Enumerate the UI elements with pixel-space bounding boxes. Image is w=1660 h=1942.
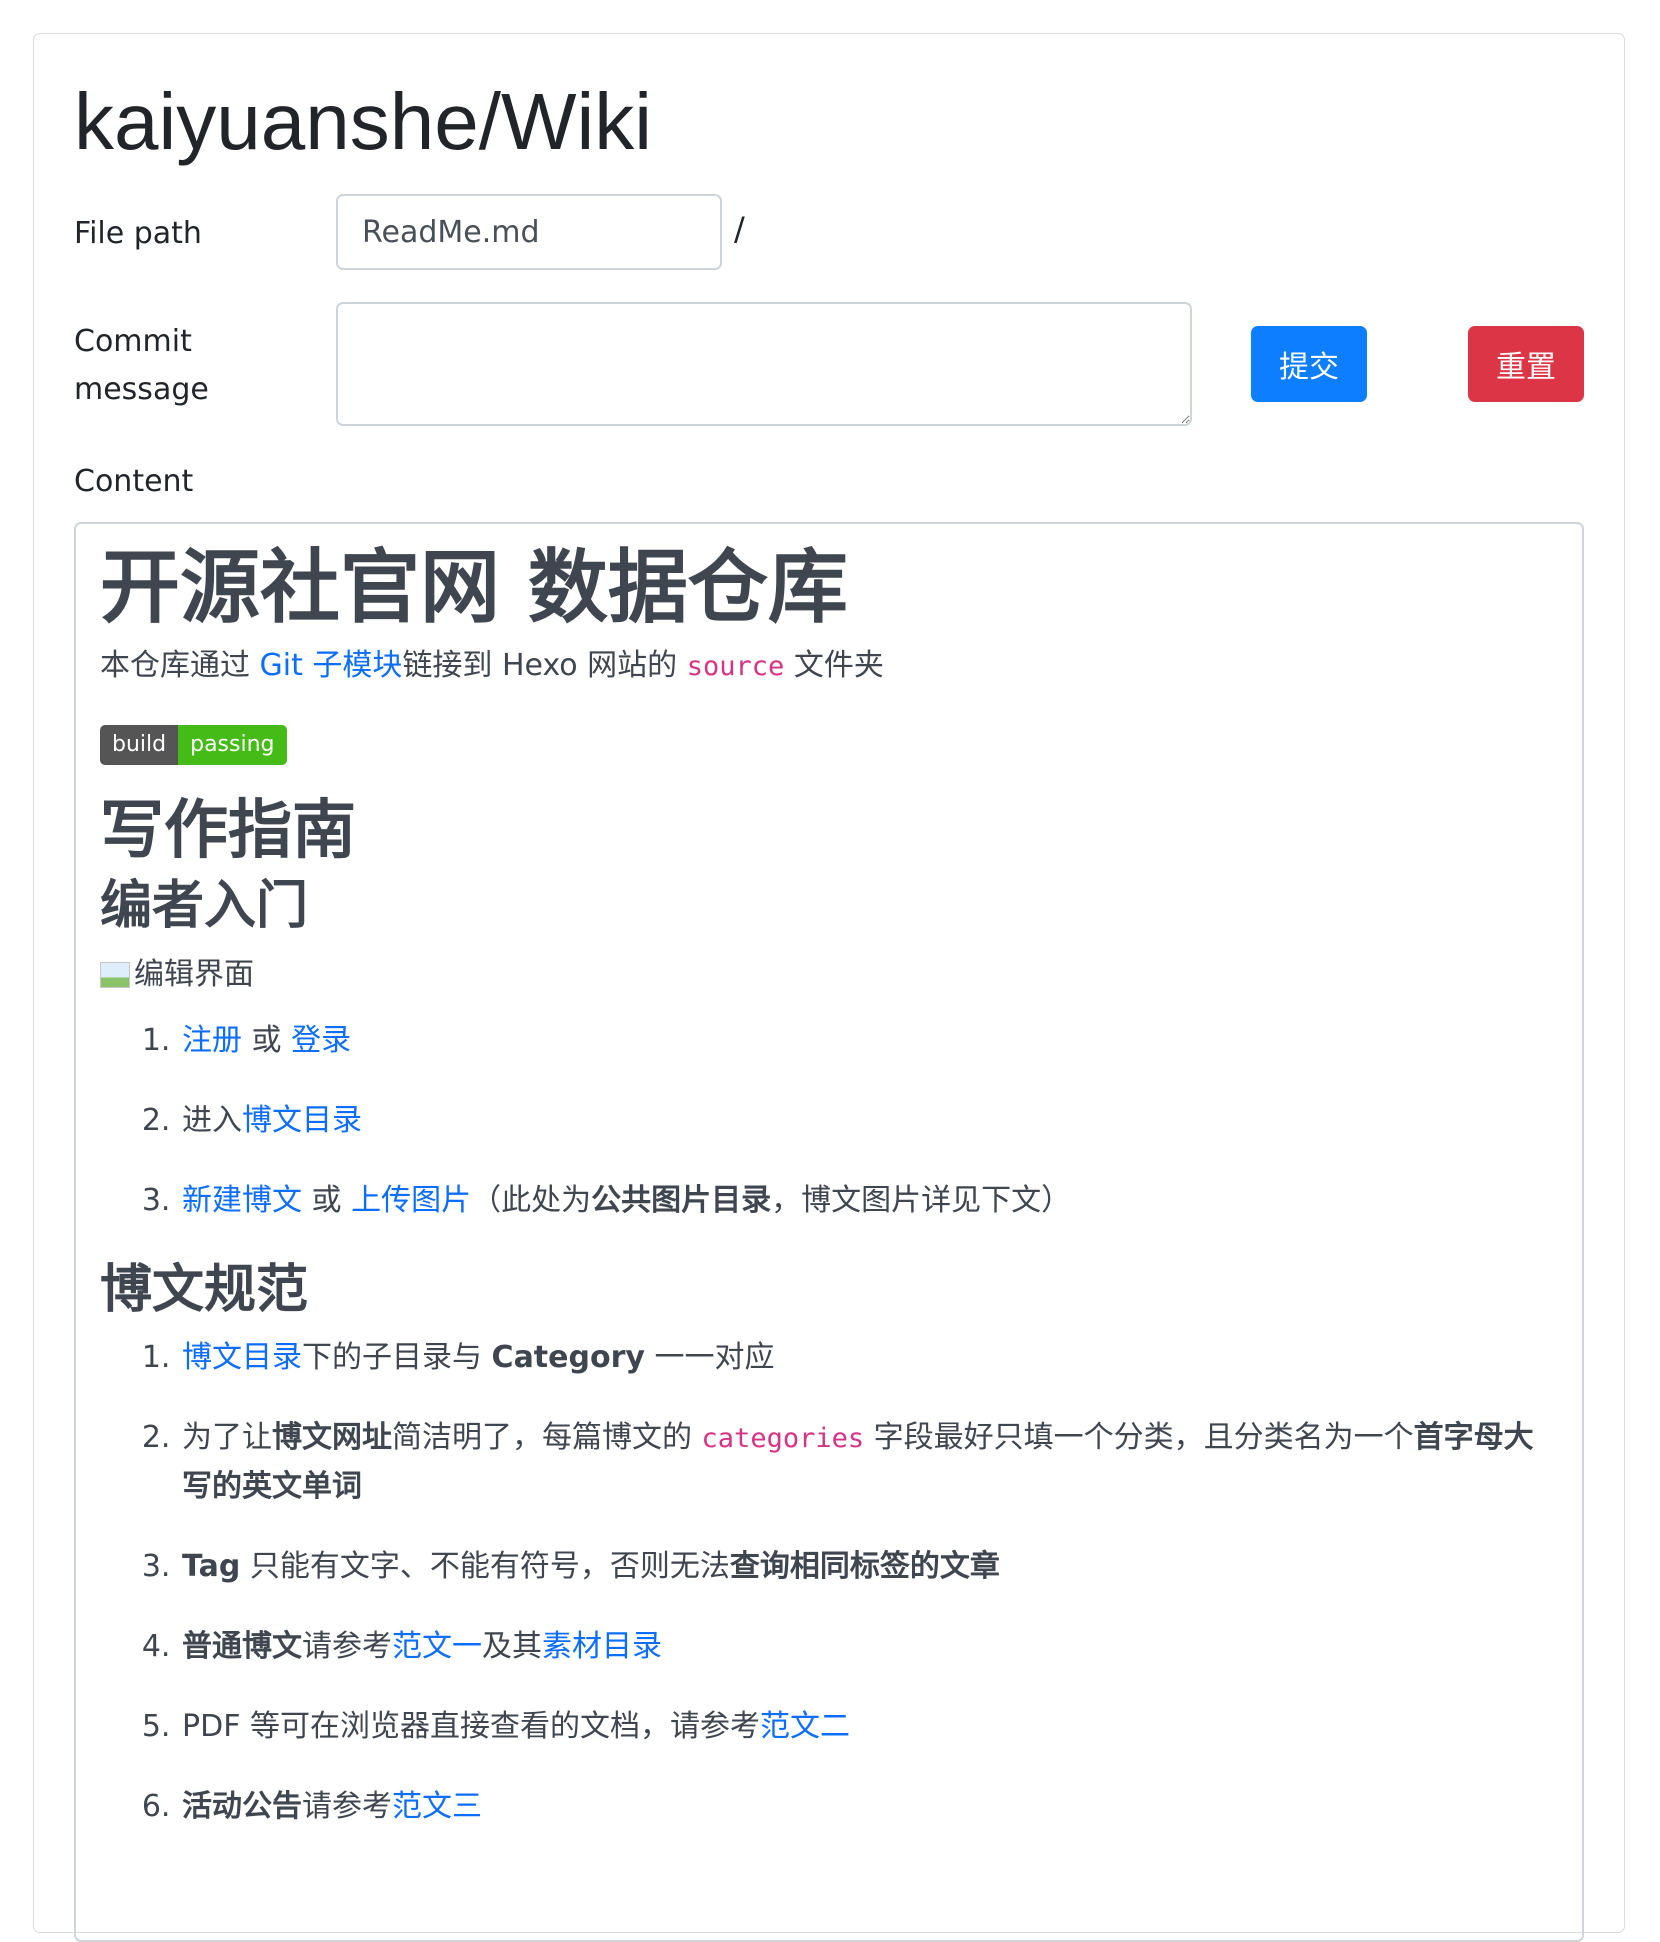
commit-message-label: Commit message xyxy=(74,318,209,414)
material-directory-link[interactable]: 素材目录 xyxy=(542,1629,662,1664)
categories-code: categories xyxy=(701,1423,865,1455)
file-path-input[interactable] xyxy=(336,194,722,270)
example-three-link[interactable]: 范文三 xyxy=(392,1789,482,1824)
tag-text: Tag xyxy=(182,1549,241,1585)
list-item: 为了让博文网址简洁明了，每篇博文的 categories 字段最好只填一个分类，… xyxy=(180,1414,1558,1511)
broken-image-icon xyxy=(100,961,130,988)
example-one-link[interactable]: 范文一 xyxy=(392,1629,482,1664)
intro-text: 文件夹 xyxy=(784,648,884,683)
category-text: Category xyxy=(491,1340,645,1376)
content-label: Content xyxy=(74,464,194,499)
list-text: 字段最好只填一个分类，且分类名为一个 xyxy=(864,1420,1414,1456)
normal-post-text: 普通博文 xyxy=(182,1629,302,1665)
list-text: （此处为 xyxy=(471,1182,592,1218)
list-text: 或 xyxy=(242,1022,292,1058)
git-submodule-link[interactable]: Git 子模块 xyxy=(260,648,403,683)
list-text: 一一对应 xyxy=(644,1340,775,1376)
post-directory-link[interactable]: 博文目录 xyxy=(242,1103,362,1138)
file-path-label: File path xyxy=(74,216,202,251)
list-item: 活动公告请参考范文三 xyxy=(180,1783,1558,1831)
event-announcement-text: 活动公告 xyxy=(182,1789,302,1825)
commit-message-input[interactable] xyxy=(336,302,1192,426)
intro-text: 本仓库通过 xyxy=(100,648,260,683)
same-tag-query-text: 查询相同标签的文章 xyxy=(729,1549,1000,1585)
list-text: PDF 等可在浏览器直接查看的文档，请参考 xyxy=(182,1709,760,1745)
list-text: 或 xyxy=(302,1182,352,1218)
content-editor[interactable]: 开源社官网 数据仓库 本仓库通过 Git 子模块链接到 Hexo 网站的 sou… xyxy=(74,522,1584,1942)
list-text: 请参考 xyxy=(302,1789,392,1825)
list-text: ，博文图片详见下文） xyxy=(771,1182,1072,1218)
list-item: Tag 只能有文字、不能有符号，否则无法查询相同标签的文章 xyxy=(180,1543,1558,1591)
intro-paragraph: 本仓库通过 Git 子模块链接到 Hexo 网站的 source 文件夹 xyxy=(100,642,1558,691)
build-status-badge[interactable]: build passing xyxy=(100,725,287,765)
commit-label-line1: Commit xyxy=(74,324,192,359)
intro-text: 链接到 Hexo 网站的 xyxy=(402,648,687,683)
new-post-link[interactable]: 新建博文 xyxy=(182,1183,302,1218)
register-link[interactable]: 注册 xyxy=(182,1023,242,1058)
page-scrollbar[interactable] xyxy=(1652,0,1660,1876)
list-item: 博文目录下的子目录与 Category 一一对应 xyxy=(180,1334,1558,1382)
upload-image-link[interactable]: 上传图片 xyxy=(351,1183,471,1218)
beginner-heading: 编者入门 xyxy=(100,876,309,936)
list-text: 下的子目录与 xyxy=(302,1340,492,1376)
source-code: source xyxy=(686,651,785,682)
post-url-text: 博文网址 xyxy=(272,1420,392,1456)
commit-label-line2: message xyxy=(74,372,209,407)
list-item: 普通博文请参考范文一及其素材目录 xyxy=(180,1623,1558,1671)
post-rules-heading: 博文规范 xyxy=(100,1259,309,1320)
list-text: 进入 xyxy=(182,1102,242,1138)
editor-screenshot-image: 编辑界面 xyxy=(100,951,1558,999)
reset-button[interactable]: 重置 xyxy=(1468,326,1584,402)
content-heading: 开源社官网 数据仓库 xyxy=(100,541,848,634)
example-two-link[interactable]: 范文二 xyxy=(760,1709,850,1744)
list-text: 只能有文字、不能有符号，否则无法 xyxy=(240,1549,730,1585)
path-separator: / xyxy=(734,210,745,248)
writing-guide-heading: 写作指南 xyxy=(100,794,356,868)
badge-status: passing xyxy=(178,725,287,765)
post-directory-link[interactable]: 博文目录 xyxy=(182,1340,302,1375)
list-item: 新建博文 或 上传图片（此处为公共图片目录，博文图片详见下文） xyxy=(180,1177,1558,1225)
image-alt-text: 编辑界面 xyxy=(134,956,254,992)
post-rules-list: 博文目录下的子目录与 Category 一一对应 为了让博文网址简洁明了，每篇博… xyxy=(100,1334,1558,1831)
public-image-dir-text: 公共图片目录 xyxy=(591,1182,772,1218)
page-title: kaiyuanshe/Wiki xyxy=(74,77,653,166)
badge-label: build xyxy=(100,725,179,765)
login-link[interactable]: 登录 xyxy=(291,1023,351,1058)
beginner-steps-list: 注册 或 登录 进入博文目录 新建博文 或 上传图片（此处为公共图片目录，博文图… xyxy=(100,1017,1558,1225)
list-item: PDF 等可在浏览器直接查看的文档，请参考范文二 xyxy=(180,1703,1558,1751)
submit-button[interactable]: 提交 xyxy=(1251,326,1367,402)
list-text: 及其 xyxy=(482,1629,542,1665)
list-text: 请参考 xyxy=(302,1629,392,1665)
list-item: 进入博文目录 xyxy=(180,1097,1558,1145)
list-text: 为了让 xyxy=(182,1420,272,1456)
list-text: 简洁明了，每篇博文的 xyxy=(392,1420,702,1456)
list-item: 注册 或 登录 xyxy=(180,1017,1558,1065)
